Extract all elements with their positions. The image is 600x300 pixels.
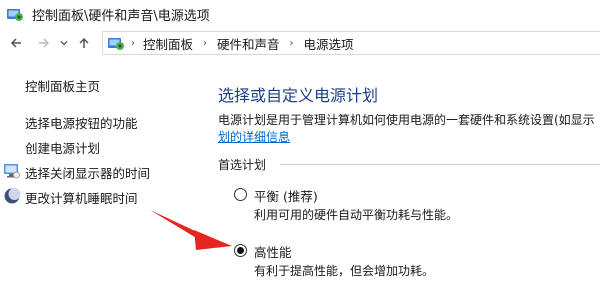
main-content: 选择或自定义电源计划 电源计划是用于管理计算机如何使用电源的一套硬件和系统设置(… — [200, 58, 600, 300]
navigation-bar: › 控制面板 › 硬件和声音 › 电源选项 — [0, 28, 600, 58]
breadcrumb-separator: › — [131, 37, 135, 49]
group-divider — [280, 164, 600, 165]
plan-high-performance-description: 有利于提高性能，但会增加功耗。 — [254, 264, 435, 278]
sidebar-item-sleep-time[interactable]: 更改计算机睡眠时间 — [25, 188, 138, 207]
sidebar-item-power-buttons[interactable]: 选择电源按钮的功能 — [25, 113, 138, 132]
forward-arrow-icon[interactable] — [34, 33, 54, 53]
preferred-plans-label: 首选计划 — [218, 156, 273, 173]
control-panel-icon — [6, 5, 24, 23]
breadcrumb-hardware-sound[interactable]: 硬件和声音 — [217, 34, 280, 53]
sidebar-home-link[interactable]: 控制面板主页 — [25, 76, 100, 95]
plan-balanced-description: 利用可用的硬件自动平衡功耗与性能。 — [254, 208, 459, 222]
annotation-arrow-icon — [148, 206, 234, 256]
plan-high-performance-radio[interactable] — [234, 244, 247, 257]
plan-high-performance-name[interactable]: 高性能 — [254, 242, 292, 261]
power-options-window: 控制面板\硬件和声音\电源选项 › 控制面板 › 硬件和声音 › 电源选项 控制… — [0, 0, 600, 300]
plan-balanced-name[interactable]: 平衡 (推荐) — [254, 186, 318, 205]
sidebar: 控制面板主页 选择电源按钮的功能 创建电源计划 选择关闭显示器的时间 更改计算机… — [0, 58, 200, 300]
sidebar-item-display-off-time[interactable]: 选择关闭显示器的时间 — [25, 163, 150, 182]
address-bar[interactable]: › 控制面板 › 硬件和声音 › 电源选项 — [102, 31, 600, 55]
plan-balanced-radio[interactable] — [234, 188, 247, 201]
page-description: 电源计划是用于管理计算机如何使用电源的一套硬件和系统设置(如显示 — [218, 113, 595, 127]
window-title: 控制面板\硬件和声音\电源选项 — [32, 8, 210, 24]
control-panel-icon — [107, 34, 125, 52]
breadcrumb-control-panel[interactable]: 控制面板 — [143, 34, 193, 53]
plan-details-link[interactable]: 划的详细信息 — [218, 128, 290, 145]
breadcrumb-power-options[interactable]: 电源选项 — [304, 34, 354, 53]
page-title: 选择或自定义电源计划 — [218, 86, 379, 105]
up-arrow-icon[interactable] — [74, 33, 94, 53]
sleep-moon-icon — [3, 187, 21, 205]
sidebar-item-create-plan[interactable]: 创建电源计划 — [25, 138, 100, 157]
back-arrow-icon[interactable] — [6, 33, 26, 53]
title-bar: 控制面板\硬件和声音\电源选项 — [0, 0, 600, 28]
breadcrumb-separator[interactable]: › — [203, 38, 207, 49]
chevron-down-icon[interactable] — [58, 33, 70, 53]
display-power-icon — [3, 162, 21, 180]
breadcrumb-separator[interactable]: › — [290, 38, 294, 49]
